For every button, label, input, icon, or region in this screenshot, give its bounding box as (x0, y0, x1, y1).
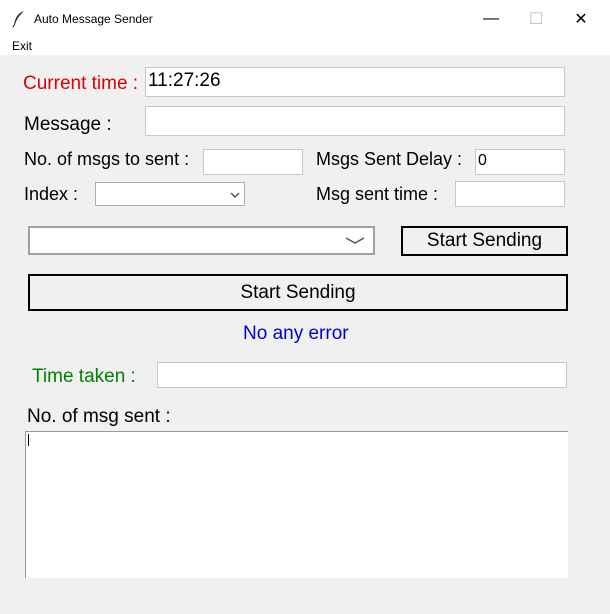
time-taken-field[interactable] (157, 362, 567, 388)
start-sending-button-large[interactable]: Start Sending (28, 274, 568, 311)
title-bar[interactable]: Auto Message Sender — ☐ ✕ (0, 0, 610, 37)
close-button[interactable]: ✕ (558, 0, 604, 37)
msgs-sent-label: No. of msg sent : (27, 406, 171, 427)
chevron-down-icon (230, 185, 240, 203)
msgs-sent-textarea[interactable] (25, 431, 568, 578)
menu-bar: Exit (0, 37, 610, 55)
msg-sent-time-field[interactable] (455, 181, 565, 207)
status-text: No any error (243, 323, 349, 344)
message-field[interactable] (145, 106, 565, 136)
time-taken-label: Time taken : (32, 366, 136, 387)
current-time-label: Current time : (23, 73, 139, 94)
index-select[interactable] (95, 182, 245, 206)
app-window: Auto Message Sender — ☐ ✕ Exit Current t… (0, 0, 610, 614)
current-time-field[interactable]: 11:27:26 (145, 67, 565, 97)
minimize-button[interactable]: — (468, 0, 514, 37)
num-msgs-label: No. of msgs to sent : (24, 149, 190, 169)
target-select[interactable] (28, 226, 375, 255)
feather-icon (12, 10, 26, 28)
index-label: Index : (24, 184, 79, 204)
delay-label: Msgs Sent Delay : (316, 149, 463, 169)
menu-item-exit[interactable]: Exit (12, 39, 32, 53)
delay-field[interactable]: 0 (475, 149, 565, 175)
msg-sent-time-label: Msg sent time : (316, 184, 439, 204)
window-title: Auto Message Sender (34, 12, 153, 26)
text-cursor (28, 434, 29, 446)
num-msgs-field[interactable] (203, 149, 303, 175)
maximize-button[interactable]: ☐ (513, 0, 559, 37)
chevron-down-icon (345, 232, 365, 250)
message-label: Message : (24, 114, 112, 135)
start-sending-button-small[interactable]: Start Sending (401, 226, 568, 256)
